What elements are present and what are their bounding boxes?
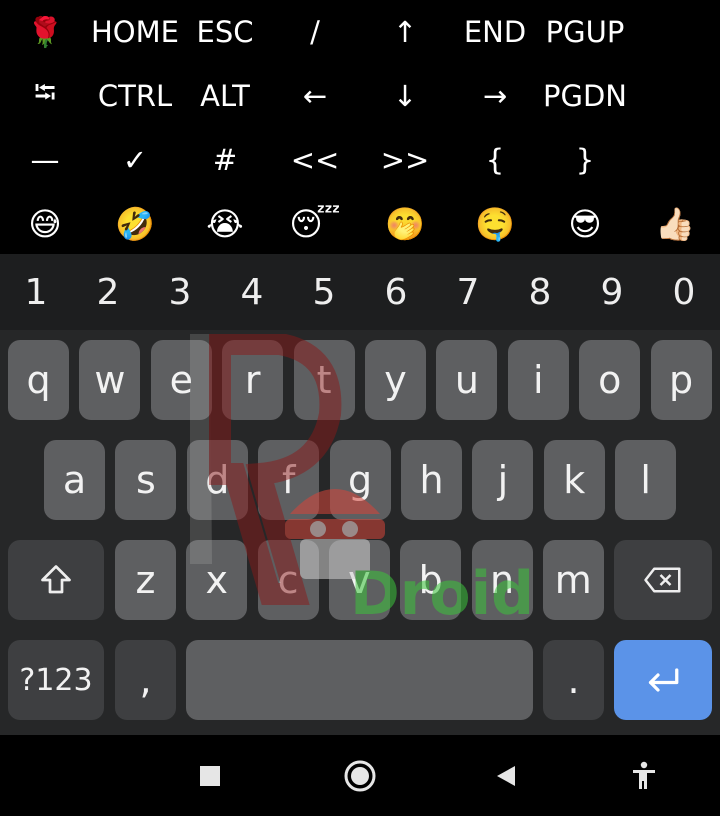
- double-left-key[interactable]: <<: [270, 128, 360, 192]
- number-key-5[interactable]: 5: [288, 254, 360, 330]
- double-right-key[interactable]: >>: [360, 128, 450, 192]
- accessibility-icon: [633, 761, 655, 789]
- number-key-4[interactable]: 4: [216, 254, 288, 330]
- number-key-9[interactable]: 9: [576, 254, 648, 330]
- triangle-icon: [497, 766, 515, 786]
- drooling-emoji-key[interactable]: 🤤: [450, 192, 540, 256]
- number-key-7[interactable]: 7: [432, 254, 504, 330]
- extra-keys-bar: 🌹 HOME ESC / ↑ END PGUP ⭾ CTRL ALT ← ↓ → PGDN — ✓ # << >…: [0, 0, 720, 254]
- key-o[interactable]: o: [579, 340, 641, 420]
- key-u[interactable]: u: [436, 340, 498, 420]
- arrow-up-key[interactable]: ↑: [360, 0, 450, 64]
- key-y[interactable]: y: [365, 340, 426, 420]
- pgup-key[interactable]: PGUP: [540, 0, 630, 64]
- number-key-1[interactable]: 1: [0, 254, 72, 330]
- alt-key[interactable]: ALT: [180, 64, 270, 128]
- extra-keys-row: — ✓ # << >>{}: [0, 128, 720, 192]
- sleeping-emoji-key[interactable]: 😴: [270, 192, 360, 256]
- shift-icon: [41, 565, 71, 594]
- arrow-right-key[interactable]: →: [450, 64, 540, 128]
- key-c[interactable]: c: [257, 540, 319, 620]
- key-m[interactable]: m: [542, 540, 604, 620]
- number-key-3[interactable]: 3: [144, 254, 216, 330]
- key-w[interactable]: w: [79, 340, 141, 420]
- shift-key[interactable]: [8, 540, 104, 620]
- key-z[interactable]: z: [115, 540, 176, 620]
- key-v[interactable]: v: [328, 540, 390, 620]
- key-d[interactable]: d: [186, 440, 248, 520]
- accessibility-button[interactable]: [614, 751, 674, 801]
- rofl-emoji-key[interactable]: 🤣: [90, 192, 180, 256]
- key-i[interactable]: i: [507, 340, 569, 420]
- key-h[interactable]: h: [401, 440, 462, 520]
- comma-key-label: ,: [139, 658, 152, 702]
- period-key[interactable]: .: [543, 640, 604, 720]
- period-key-label: .: [567, 658, 580, 702]
- key-k[interactable]: k: [543, 440, 605, 520]
- recents-button[interactable]: [180, 751, 240, 801]
- symbols-key-label: ?123: [19, 662, 93, 698]
- end-key[interactable]: END: [450, 0, 540, 64]
- hand-over-mouth-emoji-key[interactable]: 🤭: [360, 192, 450, 256]
- key-f[interactable]: f: [258, 440, 320, 520]
- arrow-left-key[interactable]: ←: [270, 64, 360, 128]
- rose-emoji-key[interactable]: 🌹: [0, 0, 90, 64]
- navigation-bar: [0, 735, 720, 816]
- key-j[interactable]: j: [472, 440, 534, 520]
- key-x[interactable]: x: [186, 540, 248, 620]
- extra-keys-row: 🌹 HOME ESC / ↑ END PGUP: [0, 0, 720, 64]
- key-p[interactable]: p: [650, 340, 712, 420]
- arrow-down-key[interactable]: ↓: [360, 64, 450, 128]
- key-l[interactable]: l: [615, 440, 677, 520]
- number-row: 1234567890: [0, 254, 720, 330]
- extra-keys-row: ⭾ CTRL ALT ← ↓ → PGDN: [0, 64, 720, 128]
- thumbs-up-emoji-key[interactable]: 👍🏻: [630, 192, 720, 256]
- key-t[interactable]: t: [293, 340, 355, 420]
- number-key-0[interactable]: 0: [648, 254, 720, 330]
- circle-icon: [344, 760, 376, 792]
- tab-key[interactable]: ⭾: [0, 64, 90, 128]
- pgdn-key[interactable]: PGDN: [540, 64, 630, 128]
- checkmark-key[interactable]: ✓: [90, 128, 180, 192]
- enter-key[interactable]: [614, 640, 712, 720]
- slash-key[interactable]: /: [270, 0, 360, 64]
- home-key[interactable]: HOME: [90, 0, 180, 64]
- empty-key[interactable]: [630, 128, 720, 192]
- key-g[interactable]: g: [329, 440, 391, 520]
- sweat-smile-emoji-key[interactable]: 😅: [0, 192, 90, 256]
- backspace-key[interactable]: [614, 540, 712, 620]
- esc-key[interactable]: ESC: [180, 0, 270, 64]
- sunglasses-emoji-key[interactable]: 😎: [540, 192, 630, 256]
- left-brace-key[interactable]: {: [450, 128, 540, 192]
- key-a[interactable]: a: [44, 440, 105, 520]
- comma-key[interactable]: ,: [115, 640, 176, 720]
- key-e[interactable]: e: [150, 340, 212, 420]
- key-q[interactable]: q: [8, 340, 69, 420]
- dash-key[interactable]: —: [0, 128, 90, 192]
- backspace-icon: [644, 567, 681, 593]
- square-icon: [200, 766, 220, 786]
- number-key-2[interactable]: 2: [72, 254, 144, 330]
- key-r[interactable]: r: [222, 340, 284, 420]
- number-key-8[interactable]: 8: [504, 254, 576, 330]
- hash-key[interactable]: #: [180, 128, 270, 192]
- enter-icon: [648, 668, 679, 692]
- empty-key[interactable]: [630, 64, 720, 128]
- key-n[interactable]: n: [471, 540, 533, 620]
- right-brace-key[interactable]: }: [540, 128, 630, 192]
- back-button[interactable]: [476, 751, 536, 801]
- emoji-row: 😅 🤣 😭 😴 🤭 🤤 😎 👍🏻: [0, 192, 720, 256]
- space-bar[interactable]: [186, 640, 533, 720]
- ctrl-key[interactable]: CTRL: [90, 64, 180, 128]
- home-button[interactable]: [330, 751, 390, 801]
- key-s[interactable]: s: [115, 440, 177, 520]
- soft-keyboard: 1234567890 Droid ?123 , . q w e r t y u …: [0, 254, 720, 735]
- empty-key[interactable]: [630, 0, 720, 64]
- key-b[interactable]: b: [400, 540, 462, 620]
- crying-emoji-key[interactable]: 😭: [180, 192, 270, 256]
- number-key-6[interactable]: 6: [360, 254, 432, 330]
- symbols-key[interactable]: ?123: [8, 640, 104, 720]
